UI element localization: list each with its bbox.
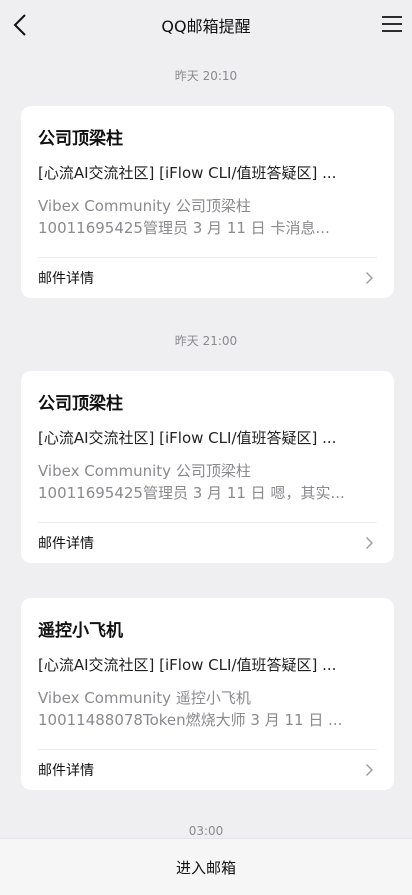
top-bar: QQ邮箱提醒	[0, 0, 412, 50]
mail-detail-label: 邮件详情	[38, 271, 94, 287]
enter-mailbox-label: 进入邮箱	[175, 858, 236, 877]
enter-mailbox-button[interactable]: 进入邮箱	[0, 838, 412, 895]
mail-subject: [心流AI交流社区] [iFlow CLI/值班答疑区] ...	[38, 164, 337, 182]
mail-detail-label: 邮件详情	[38, 763, 94, 779]
preview-line: Vibex Community 公司顶梁柱	[38, 197, 251, 215]
mail-preview: Vibex Community 公司顶梁柱 10011695425管理员 3 月…	[38, 460, 380, 504]
chevron-right-icon	[366, 272, 373, 284]
preview-line: 10011488078Token燃烧大师 3 月 11 日 ...	[38, 711, 343, 729]
message-timestamp: 昨天 21:00	[174, 334, 238, 348]
sender-name: 遥控小飞机	[38, 621, 123, 641]
mail-detail-label: 邮件详情	[38, 536, 94, 552]
mail-card[interactable]: 公司顶梁柱 [心流AI交流社区] [iFlow CLI/值班答疑区] ... V…	[21, 371, 394, 563]
mail-detail-link[interactable]: 邮件详情	[21, 750, 394, 790]
mail-detail-link[interactable]: 邮件详情	[21, 258, 394, 298]
mail-preview: Vibex Community 遥控小飞机 10011488078Token燃烧…	[38, 687, 380, 731]
message-timestamp: 昨天 20:10	[174, 69, 238, 83]
preview-line: Vibex Community 公司顶梁柱	[38, 462, 251, 480]
chevron-left-icon[interactable]	[8, 10, 34, 40]
mail-detail-link[interactable]: 邮件详情	[21, 523, 394, 563]
mail-subject: [心流AI交流社区] [iFlow CLI/值班答疑区] ...	[38, 656, 337, 674]
sender-name: 公司顶梁柱	[38, 394, 123, 414]
page-title: QQ邮箱提醒	[161, 17, 251, 36]
preview-line: 10011695425管理员 3 月 11 日 嗯，其实...	[38, 484, 345, 502]
mail-preview: Vibex Community 公司顶梁柱 10011695425管理员 3 月…	[38, 195, 380, 239]
chevron-right-icon	[366, 764, 373, 776]
mail-card[interactable]: 公司顶梁柱 [心流AI交流社区] [iFlow CLI/值班答疑区] ... V…	[21, 106, 394, 298]
mail-card[interactable]: 遥控小飞机 [心流AI交流社区] [iFlow CLI/值班答疑区] ... V…	[21, 598, 394, 790]
preview-line: 10011695425管理员 3 月 11 日 卡消息...	[38, 219, 330, 237]
mail-subject: [心流AI交流社区] [iFlow CLI/值班答疑区] ...	[38, 429, 337, 447]
message-timestamp: 03:00	[188, 824, 224, 838]
sender-name: 公司顶梁柱	[38, 129, 123, 149]
preview-line: Vibex Community 遥控小飞机	[38, 689, 251, 707]
chevron-right-icon	[366, 537, 373, 549]
hamburger-menu-icon[interactable]	[380, 12, 404, 36]
